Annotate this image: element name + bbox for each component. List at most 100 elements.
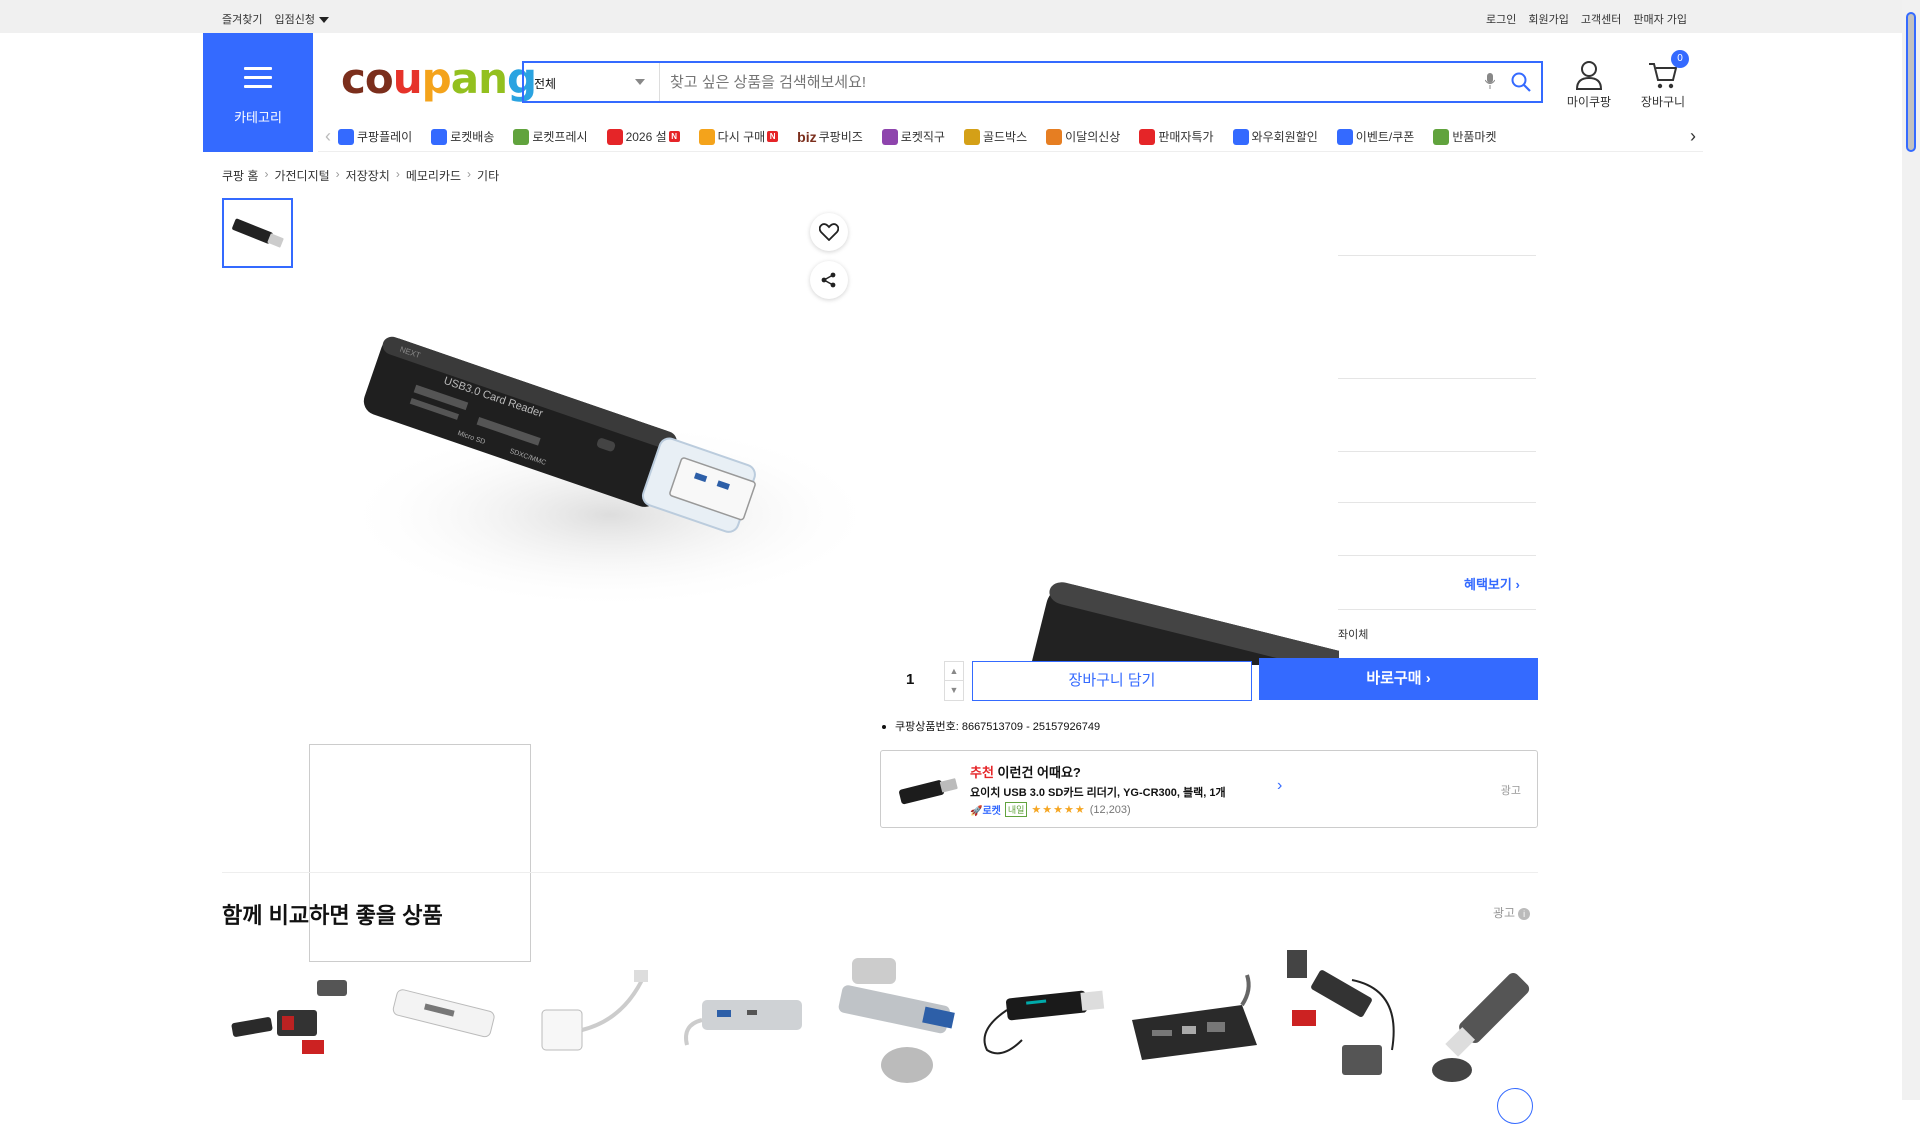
- nav-shortcut-label: 반품마켓: [1452, 130, 1497, 144]
- chevron-down-icon: [635, 79, 645, 85]
- chevron-left-icon[interactable]: ‹: [318, 126, 338, 147]
- benefit-link[interactable]: 혜택보기 ›: [1464, 574, 1520, 593]
- ad-label: 광고: [1500, 785, 1521, 797]
- compare-product-image[interactable]: [372, 950, 512, 1090]
- chevron-right-icon: ›: [1425, 670, 1431, 687]
- nav-shortcut-label: 이벤트/쿠폰: [1355, 130, 1415, 144]
- share-icon: [821, 272, 836, 288]
- seller-apply-menu[interactable]: 입점신청: [274, 11, 329, 27]
- login-link[interactable]: 로그인: [1486, 11, 1516, 27]
- chevron-right-icon: ›: [335, 167, 340, 181]
- category-menu-button[interactable]: 카테고리: [203, 33, 313, 152]
- chevron-right-icon: ›: [264, 167, 269, 181]
- compare-ad-label: 광고 i: [1493, 904, 1531, 921]
- compare-product-image[interactable]: [672, 950, 812, 1090]
- chevron-down-icon[interactable]: ▼: [945, 681, 963, 700]
- info-icon[interactable]: i: [1518, 908, 1531, 920]
- nav-shortcut-label: 골드박스: [982, 130, 1028, 144]
- tomorrow-badge: 내일: [1004, 802, 1028, 817]
- breadcrumb-item[interactable]: 기타: [477, 167, 499, 184]
- nav-shortcut-label: 로켓프레시: [532, 130, 588, 144]
- nav-shortcut-item[interactable]: 골드박스: [963, 128, 1028, 145]
- product-main-image[interactable]: USB3.0 Card Reader Micro SD SDXC/MMC NEX…: [310, 330, 870, 630]
- compare-product-image[interactable]: [822, 950, 962, 1090]
- breadcrumb-item[interactable]: 가전디지털: [274, 167, 329, 184]
- share-button[interactable]: [810, 261, 848, 299]
- chevron-up-icon[interactable]: ▲: [945, 662, 963, 681]
- quantity-stepper[interactable]: 1 ▲ ▼: [880, 661, 964, 701]
- compare-product-image[interactable]: [522, 950, 662, 1090]
- scrollbar-thumb[interactable]: [1906, 12, 1916, 152]
- new-arrival-icon: [1046, 128, 1063, 145]
- nav-shortcut-item[interactable]: biz 쿠팡비즈: [797, 128, 863, 145]
- my-coupang-button[interactable]: 마이쿠팡: [1563, 60, 1615, 110]
- compare-product-image[interactable]: [222, 950, 362, 1090]
- product-id-text: 쿠팡상품번호: 8667513709 - 25157926749: [882, 718, 1100, 734]
- coupang-logo[interactable]: coupang: [341, 54, 537, 103]
- customer-center-link[interactable]: 고객센터: [1581, 11, 1621, 27]
- nav-shortcut-item[interactable]: 로켓프레시: [513, 128, 588, 145]
- nav-shortcut-item[interactable]: 로켓직구: [881, 128, 945, 145]
- breadcrumb-item[interactable]: 저장장치: [346, 167, 390, 184]
- nav-shortcut-item[interactable]: 다시 구매 N: [698, 128, 779, 145]
- search-icon[interactable]: [1511, 72, 1531, 92]
- rebuy-icon: [698, 128, 715, 145]
- rating-stars: ★★★★★: [1031, 804, 1086, 816]
- compare-product-image[interactable]: [1122, 950, 1262, 1090]
- recommendation-headline: 추천 이런건 어때요?: [970, 762, 1081, 781]
- recommended-product-meta: 🚀로켓 내일 ★★★★★ (12,203): [970, 802, 1131, 817]
- nav-shortcut-label: 판매자특가: [1158, 130, 1214, 144]
- recommendation-box[interactable]: 추천 이런건 어때요? 요이치 USB 3.0 SD카드 리더기, YG-CR3…: [880, 750, 1538, 828]
- seller-deal-icon: [1139, 128, 1156, 145]
- buy-now-button[interactable]: 바로구매 ›: [1259, 658, 1538, 700]
- recommended-product-title[interactable]: 요이치 USB 3.0 SD카드 리더기, YG-CR300, 블랙, 1개: [970, 784, 1226, 800]
- microphone-icon[interactable]: [1485, 73, 1495, 89]
- biz-icon: biz: [797, 128, 817, 145]
- compare-product-image[interactable]: [972, 950, 1112, 1090]
- recommendation-highlight: 추천: [970, 765, 994, 780]
- recommendation-headline-text: 이런건 어때요?: [997, 765, 1081, 780]
- rocket-icon: [431, 128, 448, 145]
- chevron-right-icon[interactable]: ›: [1683, 126, 1703, 147]
- top-utility-bar: 즐겨찾기 입점신청 로그인 회원가입 고객센터 판매자 가입: [0, 0, 1902, 33]
- rocket-badge: 🚀로켓: [970, 806, 1001, 817]
- nav-shortcut-item[interactable]: 반품마켓: [1433, 128, 1497, 145]
- page-scrollbar[interactable]: [1902, 0, 1920, 1100]
- return-market-icon: [1433, 128, 1450, 145]
- nav-shortcut-label: 다시 구매: [717, 130, 766, 144]
- gift-icon: [606, 128, 623, 145]
- breadcrumb-item[interactable]: 쿠팡 홈: [222, 167, 258, 184]
- nav-shortcut-item[interactable]: 판매자특가: [1139, 128, 1214, 145]
- nav-shortcut-label: 와우회원할인: [1251, 130, 1318, 144]
- search-input[interactable]: [670, 70, 1470, 94]
- nav-shortcut-item[interactable]: 이벤트/쿠폰: [1336, 128, 1415, 145]
- breadcrumb-item[interactable]: 메모리카드: [406, 167, 461, 184]
- compare-ad-text: 광고: [1493, 906, 1516, 920]
- seller-signup-link[interactable]: 판매자 가입: [1633, 11, 1687, 27]
- product-thumbnail[interactable]: [222, 198, 293, 268]
- bookmark-link[interactable]: 즐겨찾기: [222, 11, 262, 27]
- nav-shortcut-label: 이달의신상: [1065, 130, 1121, 144]
- chevron-right-icon[interactable]: ›: [1277, 777, 1282, 795]
- search-scope-select[interactable]: 전체: [524, 63, 660, 101]
- nav-shortcut-item[interactable]: 이달의신상: [1046, 128, 1120, 145]
- goldbox-icon: [963, 128, 980, 145]
- nav-shortcut-label: 로켓직구: [900, 130, 945, 144]
- search-bar: 전체: [522, 61, 1543, 103]
- quantity-value: 1: [906, 671, 915, 688]
- nav-shortcut-item[interactable]: 쿠팡플레이: [338, 128, 412, 145]
- signup-link[interactable]: 회원가입: [1528, 11, 1568, 27]
- category-label: 카테고리: [234, 110, 282, 125]
- add-to-cart-button[interactable]: 장바구니 담기: [972, 661, 1252, 701]
- nav-shortcut-item[interactable]: 와우회원할인: [1232, 128, 1318, 145]
- nav-shortcut-item[interactable]: 2026 설N: [606, 128, 680, 145]
- wishlist-button[interactable]: [810, 213, 848, 251]
- compare-product-image[interactable]: [1422, 950, 1538, 1090]
- compare-product-image[interactable]: [1272, 950, 1412, 1090]
- rocket-fresh-icon: [513, 128, 530, 145]
- carousel-next-button[interactable]: [1497, 1088, 1533, 1124]
- new-badge: N: [668, 131, 680, 142]
- cart-button[interactable]: 0 장바구니: [1635, 50, 1691, 110]
- nav-shortcut-item[interactable]: 로켓배송: [431, 128, 494, 145]
- compare-section-title: 함께 비교하면 좋을 상품: [222, 903, 443, 928]
